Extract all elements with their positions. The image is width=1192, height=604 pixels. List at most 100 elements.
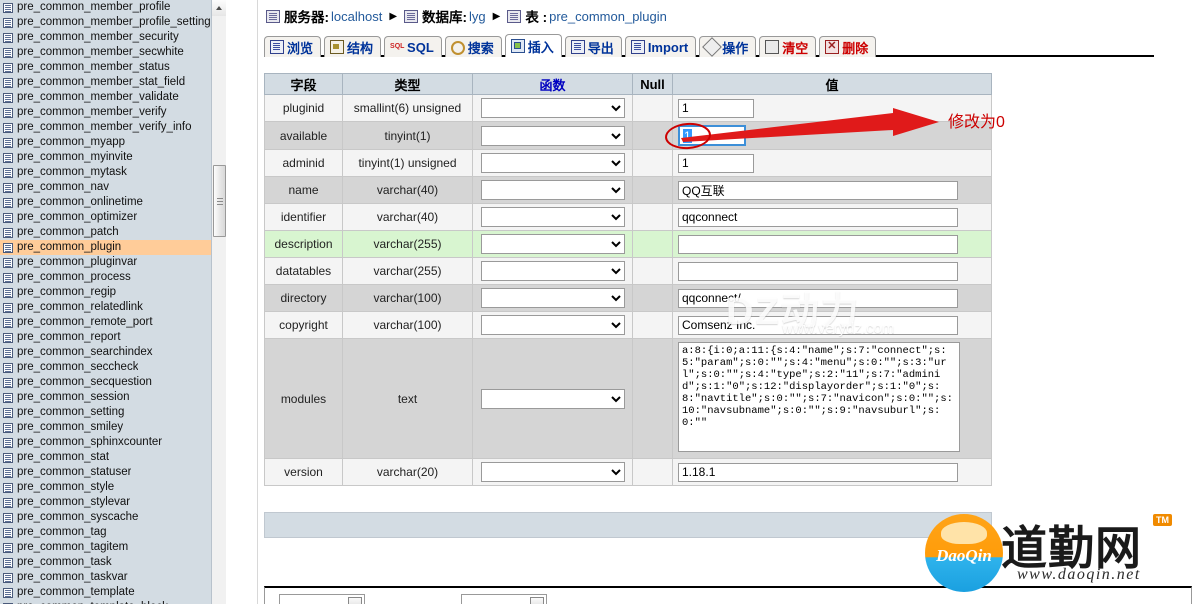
lower-select-2[interactable] [461, 594, 547, 604]
sidebar-table-item[interactable]: pre_common_member_secwhite [0, 45, 226, 60]
sidebar-table-item[interactable]: pre_common_mytask [0, 165, 226, 180]
sidebar-table-item[interactable]: pre_common_myinvite [0, 150, 226, 165]
sidebar-table-item[interactable]: pre_common_onlinetime [0, 195, 226, 210]
function-select[interactable] [480, 288, 625, 308]
tab-浏览[interactable]: 浏览 [264, 36, 322, 57]
cell-null [632, 230, 673, 258]
value-input[interactable] [678, 153, 754, 173]
tab-导出[interactable]: 导出 [564, 36, 622, 57]
sidebar-table-item[interactable]: pre_common_member_verify [0, 105, 226, 120]
function-select[interactable] [480, 180, 625, 200]
tab-搜索[interactable]: 搜索 [444, 36, 502, 57]
function-select[interactable] [480, 315, 625, 335]
scroll-up-arrow-icon[interactable] [212, 0, 226, 16]
cell-null [632, 257, 673, 285]
tab-SQL[interactable]: SQL [384, 36, 442, 57]
sidebar-table-item[interactable]: pre_common_statuser [0, 465, 226, 480]
sidebar-table-item[interactable]: pre_common_seccheck [0, 360, 226, 375]
sidebar-table-item[interactable]: pre_common_smiley [0, 420, 226, 435]
header-function: 函数 [472, 73, 633, 95]
sidebar-table-item[interactable]: pre_common_member_profile [0, 0, 226, 15]
sidebar-table-item[interactable]: pre_common_regip [0, 285, 226, 300]
function-select[interactable] [480, 388, 625, 409]
sidebar-table-item[interactable]: pre_common_relatedlink [0, 300, 226, 315]
function-select[interactable] [480, 234, 625, 254]
sidebar-table-item[interactable]: pre_common_nav [0, 180, 226, 195]
sidebar-table-item[interactable]: pre_common_member_stat_field [0, 75, 226, 90]
breadcrumb-server-value[interactable]: localhost [331, 9, 382, 24]
function-select[interactable] [480, 207, 625, 227]
breadcrumb-db-value[interactable]: lyg [469, 9, 486, 24]
table-icon [3, 287, 13, 298]
sidebar-table-item[interactable]: pre_common_secquestion [0, 375, 226, 390]
function-select[interactable] [480, 125, 625, 146]
cell-field-name: description [264, 230, 343, 258]
main-content: 服务器: localhost ▶ 数据库: lyg ▶ 表 : pre_comm… [258, 0, 1192, 604]
sidebar-table-item[interactable]: pre_common_plugin [0, 240, 226, 255]
sidebar-table-item[interactable]: pre_common_optimizer [0, 210, 226, 225]
tab-结构[interactable]: 结构 [324, 36, 382, 57]
sidebar-table-label: pre_common_stylevar [17, 496, 131, 508]
value-input[interactable] [678, 98, 754, 118]
sidebar-table-item[interactable]: pre_common_style [0, 480, 226, 495]
breadcrumb-table-value[interactable]: pre_common_plugin [549, 9, 667, 24]
sidebar-table-item[interactable]: pre_common_patch [0, 225, 226, 240]
sidebar-table-label: pre_common_member_secwhite [17, 46, 184, 58]
sidebar-table-item[interactable]: pre_common_process [0, 270, 226, 285]
value-input[interactable] [678, 180, 958, 200]
sidebar-table-item[interactable]: pre_common_member_status [0, 60, 226, 75]
value-textarea[interactable]: a:8:{i:0;a:11:{s:4:"name";s:7:"connect";… [678, 342, 960, 452]
sidebar-table-label: pre_common_member_validate [17, 91, 179, 103]
lower-select-1[interactable] [279, 594, 365, 604]
value-input[interactable] [678, 234, 958, 254]
sidebar-table-item[interactable]: pre_common_searchindex [0, 345, 226, 360]
sidebar-table-item[interactable]: pre_common_stylevar [0, 495, 226, 510]
value-input[interactable] [678, 315, 958, 335]
cell-function [472, 458, 633, 486]
tab-操作[interactable]: 操作 [699, 36, 757, 57]
sidebar-table-label: pre_common_task [17, 556, 112, 568]
function-select[interactable] [480, 261, 625, 281]
sidebar-table-item[interactable]: pre_common_template [0, 585, 226, 600]
value-input[interactable] [678, 261, 958, 281]
tab-删除[interactable]: 删除 [819, 36, 877, 57]
table-icon [3, 152, 13, 163]
value-input-focused[interactable]: 1 [678, 125, 746, 146]
sidebar-table-item[interactable]: pre_common_syscache [0, 510, 226, 525]
sidebar-table-item[interactable]: pre_common_task [0, 555, 226, 570]
sidebar-table-item[interactable]: pre_common_member_validate [0, 90, 226, 105]
scrollbar-thumb[interactable] [213, 165, 226, 237]
function-select[interactable] [480, 98, 625, 118]
sidebar-table-item[interactable]: pre_common_report [0, 330, 226, 345]
function-select[interactable] [480, 153, 625, 173]
sidebar-table-item[interactable]: pre_common_session [0, 390, 226, 405]
sidebar-table-item[interactable]: pre_common_setting [0, 405, 226, 420]
sidebar-table-item[interactable]: pre_common_tag [0, 525, 226, 540]
sidebar-table-item[interactable]: pre_common_pluginvar [0, 255, 226, 270]
sidebar-table-item[interactable]: pre_common_tagitem [0, 540, 226, 555]
function-select[interactable] [480, 462, 625, 482]
value-input[interactable] [678, 462, 958, 482]
value-input[interactable] [678, 207, 958, 227]
sidebar-table-item[interactable]: pre_common_taskvar [0, 570, 226, 585]
tab-bar: 浏览 结构 SQL 搜索 插入 导出 Import 操作 清空 删除 [264, 33, 1154, 57]
sidebar-table-item[interactable]: pre_common_remote_port [0, 315, 226, 330]
tab-Import[interactable]: Import [624, 36, 697, 57]
sidebar-scrollbar[interactable] [211, 0, 226, 604]
table-icon [3, 62, 13, 73]
value-input[interactable] [678, 288, 958, 308]
sidebar-table-item[interactable]: pre_common_sphinxcounter [0, 435, 226, 450]
tab-清空[interactable]: 清空 [759, 36, 817, 57]
sidebar-table-label: pre_common_patch [17, 226, 119, 238]
sidebar-table-label: pre_common_member_profile_setting [17, 16, 211, 28]
tab-插入[interactable]: 插入 [504, 34, 562, 57]
cell-field-type: tinyint(1) unsigned [342, 149, 473, 177]
sidebar-table-item[interactable]: pre_common_myapp [0, 135, 226, 150]
sidebar-table-item[interactable]: pre_common_template_block [0, 600, 226, 604]
sidebar-table-item[interactable]: pre_common_member_verify_info [0, 120, 226, 135]
sidebar-table-label: pre_common_setting [17, 406, 125, 418]
sidebar-table-item[interactable]: pre_common_stat [0, 450, 226, 465]
sidebar-table-label: pre_common_nav [17, 181, 110, 193]
sidebar-table-item[interactable]: pre_common_member_profile_setting [0, 15, 226, 30]
sidebar-table-item[interactable]: pre_common_member_security [0, 30, 226, 45]
